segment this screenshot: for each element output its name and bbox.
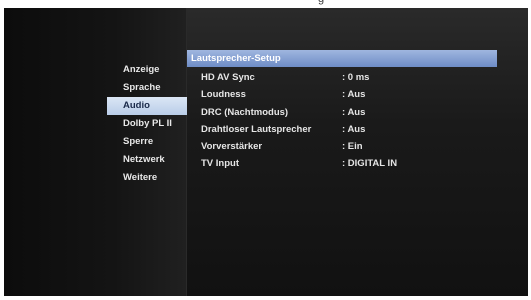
menu-item-weitere[interactable]: Weitere — [107, 169, 187, 187]
menu-item-netzwerk[interactable]: Netzwerk — [107, 151, 187, 169]
setting-value: : Aus — [342, 89, 366, 101]
cropped-caption: g — [318, 0, 324, 5]
menu-item-audio[interactable]: Audio — [107, 97, 187, 115]
setting-label: Drahtloser Lautsprecher — [201, 123, 312, 135]
setting-label: Vorverstärker — [201, 141, 263, 153]
menu-item-sprache[interactable]: Sprache — [107, 79, 187, 97]
settings-menu: Anzeige Sprache Audio Dolby PL II Sperre… — [107, 61, 187, 187]
setting-label: Loudness — [201, 89, 246, 101]
setting-value: : DIGITAL IN — [342, 158, 398, 170]
top-strip: g — [0, 0, 531, 8]
setting-value: : Ein — [342, 141, 363, 153]
setting-value: : Aus — [342, 123, 366, 135]
setting-row-drc-nachtmodus[interactable]: DRC (Nachtmodus) : Aus — [187, 104, 497, 121]
tv-settings-screen: Anzeige Sprache Audio Dolby PL II Sperre… — [4, 8, 528, 296]
setting-label: HD AV Sync — [201, 72, 255, 83]
setting-label: DRC (Nachtmodus) — [201, 106, 289, 118]
setting-row-loudness[interactable]: Loudness : Aus — [187, 86, 497, 103]
menu-item-anzeige[interactable]: Anzeige — [107, 61, 187, 79]
setting-value: : 0 ms — [342, 72, 370, 83]
setting-row-drahtloser-lautsprecher[interactable]: Drahtloser Lautsprecher : Aus — [187, 121, 497, 138]
menu-item-dolby-pl-ii[interactable]: Dolby PL II — [107, 115, 187, 133]
audio-settings-panel: Lautsprecher-Setup HD AV Sync : 0 ms Lou… — [187, 50, 497, 173]
setting-value: : Aus — [342, 106, 366, 118]
panel-header-lautsprecher-setup[interactable]: Lautsprecher-Setup — [187, 50, 497, 67]
setting-row-tv-input[interactable]: TV Input : DIGITAL IN — [187, 155, 497, 172]
setting-row-hd-av-sync[interactable]: HD AV Sync : 0 ms — [187, 69, 497, 86]
setting-label: TV Input — [201, 158, 239, 170]
settings-list: HD AV Sync : 0 ms Loudness : Aus DRC (Na… — [187, 69, 497, 173]
setting-row-vorverstaerker[interactable]: Vorverstärker : Ein — [187, 138, 497, 155]
menu-item-sperre[interactable]: Sperre — [107, 133, 187, 151]
